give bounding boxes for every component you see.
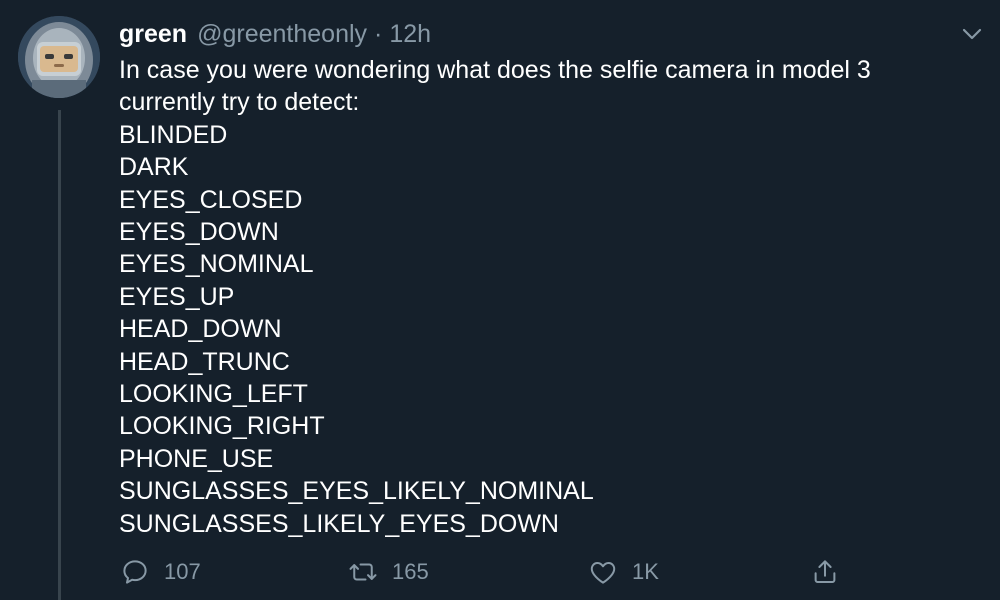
tweet-text-line: HEAD_TRUNC: [119, 347, 290, 376]
reply-button[interactable]: 107: [120, 552, 201, 592]
tweet-menu-button[interactable]: [958, 20, 986, 48]
tweet-timestamp[interactable]: 12h: [389, 20, 431, 49]
tweet-text-line: In case you were wondering what does the…: [119, 56, 871, 84]
tweet-text-line: EYES_CLOSED: [119, 185, 303, 214]
tweet-actions: 107 165 1K: [0, 552, 1000, 592]
like-count: 1K: [632, 559, 659, 584]
tweet-text: In case you were wondering what does the…: [119, 54, 979, 540]
avatar-image: [18, 16, 100, 98]
avatar[interactable]: [18, 16, 100, 98]
like-button[interactable]: 1K: [588, 552, 659, 592]
user-handle[interactable]: @greentheonly: [197, 20, 367, 49]
tweet-text-line: PHONE_USE: [119, 444, 274, 473]
tweet-text-line: BLINDED: [119, 120, 228, 149]
tweet-text-line: HEAD_DOWN: [119, 315, 282, 344]
reply-icon: [123, 560, 147, 584]
heart-icon: [590, 562, 616, 584]
tweet-text-line: DARK: [119, 153, 189, 182]
thread-line: [58, 110, 61, 600]
reply-count: 107: [164, 559, 201, 584]
header-separator: ·: [374, 19, 383, 48]
retweet-count: 165: [392, 559, 429, 584]
tweet-text-line: SUNGLASSES_EYES_LIKELY_NOMINAL: [119, 477, 594, 506]
share-icon: [814, 560, 836, 583]
tweet-text-line: EYES_NOMINAL: [119, 250, 314, 279]
tweet-text-line: currently try to detect:: [119, 88, 360, 117]
retweet-button[interactable]: 165: [348, 552, 429, 592]
retweet-icon: [349, 563, 377, 581]
tweet-text-line: LOOKING_LEFT: [119, 380, 308, 409]
tweet-text-line: EYES_DOWN: [119, 218, 279, 247]
tweet-text-line: LOOKING_RIGHT: [119, 412, 325, 441]
tweet-text-line: SUNGLASSES_LIKELY_EYES_DOWN: [119, 509, 559, 538]
tweet-header: green @greentheonly · 12h: [119, 16, 431, 52]
display-name[interactable]: green: [119, 20, 187, 49]
chevron-down-icon: [962, 28, 982, 40]
tweet: green @greentheonly · 12h In case you we…: [0, 0, 1000, 600]
share-button[interactable]: [810, 552, 840, 592]
tweet-text-line: EYES_UP: [119, 282, 235, 311]
